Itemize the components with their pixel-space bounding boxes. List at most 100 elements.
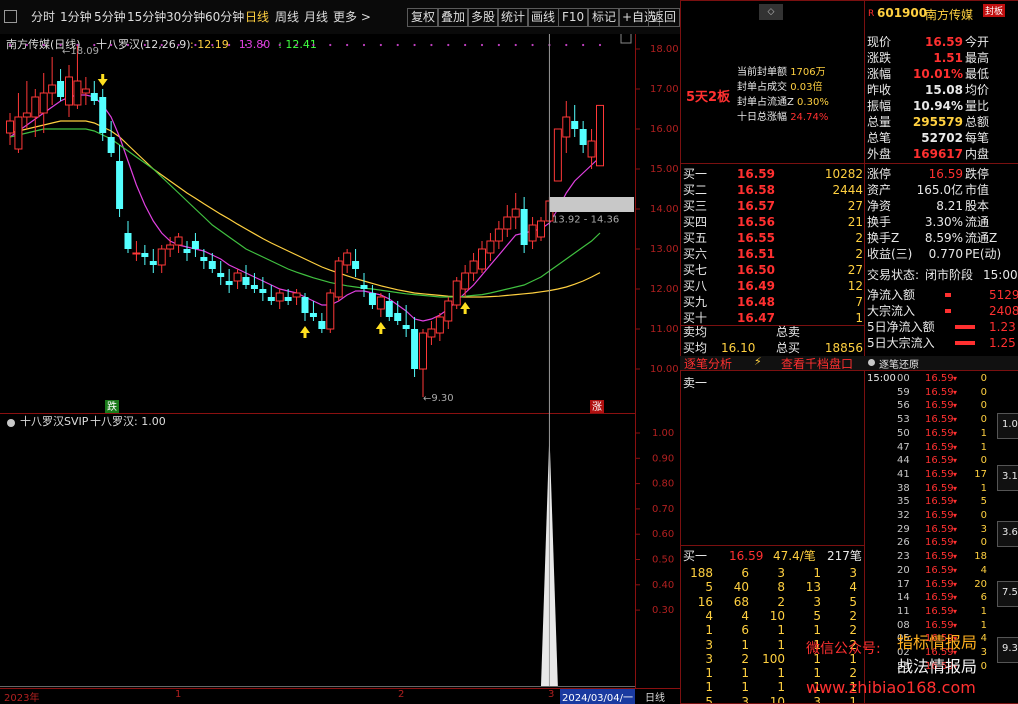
period-tab-monthly[interactable]: 月线 — [304, 6, 328, 28]
tick-price: 16.59 — [925, 523, 954, 535]
fund-label: 资产 — [867, 183, 892, 197]
tool-tongji-button[interactable]: 统计 — [497, 8, 530, 27]
period-tab-weekly[interactable]: 周线 — [275, 6, 299, 28]
candle-body — [571, 121, 579, 129]
bid-level-label: 买七 — [683, 263, 708, 277]
tick-volume: 6 — [980, 592, 987, 604]
avg-sell-row: 卖均 总卖 — [681, 324, 865, 340]
flow-value: 2408 — [989, 304, 1018, 318]
candle-body — [360, 285, 368, 289]
tick-row: 20 16.59 ▾ 4 — [865, 564, 1018, 577]
stat-label: 昨收 — [867, 83, 892, 97]
tick-price: 16.59 — [925, 427, 954, 439]
tick-direction-icon: ▾ — [953, 469, 958, 479]
stat-label-right: 总额 — [965, 115, 990, 129]
tick-row: 15:00 00 16.59 ▾ 0 — [865, 372, 1018, 385]
sell1-label: 卖一 — [683, 376, 708, 390]
menu-dot-icon[interactable] — [868, 359, 875, 366]
candle-body — [352, 261, 360, 269]
period-tab-fenshi[interactable]: 分时 — [31, 6, 55, 28]
tick-volume: 20 — [974, 578, 987, 590]
stat-label: 涨幅 — [867, 67, 892, 81]
signal-dot — [8, 43, 12, 47]
candle-body — [31, 96, 40, 118]
fund-label-right: 跌停 — [965, 167, 990, 181]
order-book-row: 买七 16.50 27 — [681, 262, 865, 278]
fundamental-row: 收益(三) 0.770 PE(动) — [865, 246, 1018, 262]
candle-body — [402, 325, 410, 329]
candle-body — [39, 92, 48, 114]
tool-back-button[interactable]: 返回 — [648, 8, 681, 27]
indicator-chart[interactable]: 十八罗汉SVIP 十八罗汉: 1.00 1.00 0.90 0.80 0.70 0.60… — [0, 414, 680, 688]
quote-stat-row: 振幅 10.94% 量比 — [865, 98, 1018, 114]
main-candlestick-chart[interactable]: 南方传媒(日线) 十八罗汉(12,26,9) : 12.19 13.80: 12.… — [0, 34, 680, 414]
low-label: ←9.30 — [423, 393, 454, 404]
period-tab-30min[interactable]: 30分钟 — [166, 6, 205, 28]
tick-price: 16.59 — [925, 414, 954, 426]
tab-tick-restore[interactable]: 逐笔还原 — [879, 356, 919, 370]
period-tab-1min[interactable]: 1分钟 — [60, 6, 92, 28]
tick-second: 14 — [897, 592, 910, 604]
tool-diejia-button[interactable]: 叠加 — [437, 8, 470, 27]
tool-fuquan-button[interactable]: 复权 — [407, 8, 440, 27]
signal-dot — [379, 43, 382, 47]
collapse-icon[interactable]: ◇ — [759, 4, 783, 20]
signal-dot — [42, 43, 45, 47]
tick-row: 14 16.59 ▾ 6 — [865, 591, 1018, 604]
signal-dot — [244, 43, 248, 47]
signal-dot — [430, 43, 433, 47]
tool-huaxian-button[interactable]: 画线 — [527, 8, 560, 27]
y-tick-label: 18.00 — [650, 44, 679, 55]
candle-body — [318, 321, 326, 329]
queue-head-label: 买一 — [683, 549, 708, 563]
bid-level-label: 买六 — [683, 247, 708, 261]
time-label-jan: 1 — [175, 689, 182, 700]
tool-biaoji-button[interactable]: 标记 — [588, 8, 621, 27]
candle — [334, 257, 343, 301]
stat-value: 295579 — [912, 115, 963, 129]
candle-body — [444, 300, 453, 322]
tick-tabs: 逐笔分析 ⚡ 查看千档盘口 — [680, 356, 864, 370]
indicator-menu-icon[interactable] — [7, 419, 15, 427]
tick-volume: 17 — [974, 468, 987, 480]
indicator-title: 十八罗汉SVIP — [20, 414, 89, 428]
y-tick-label: 11.00 — [650, 324, 679, 335]
quote-stat-row: 现价 16.59 今开 — [865, 34, 1018, 50]
period-tab-5min[interactable]: 5分钟 — [94, 6, 126, 28]
tick-price: 16.59 — [925, 496, 954, 508]
tick-volume: 3 — [980, 523, 987, 535]
buy-arrow-stem — [303, 333, 307, 338]
tab-tick-analysis[interactable]: 逐笔分析 — [684, 356, 732, 370]
tick-volume: 0 — [980, 386, 987, 398]
candle-body — [183, 249, 191, 253]
period-tab-more[interactable]: 更多 > — [333, 6, 371, 28]
tool-f10-button[interactable]: F10 — [558, 8, 589, 27]
order-book-row: 买五 16.55 2 — [681, 230, 865, 246]
period-tab-daily[interactable]: 日线 — [245, 6, 269, 28]
avg-buy-row: 买均 16.10 总买 18856 — [681, 340, 865, 356]
checkbox-icon[interactable] — [4, 10, 17, 23]
tick-direction-icon: ▾ — [953, 456, 958, 466]
order-book-row: 买一 16.59 10282 — [681, 166, 865, 182]
seal-value: 1706万 — [790, 67, 826, 78]
candle-body — [242, 277, 250, 285]
watermark-wechat: 微信公众号: — [806, 641, 881, 657]
quote-stat-row: 涨跌 1.51 最高 — [865, 50, 1018, 66]
tick-row: 35 16.59 ▾ 5 — [865, 495, 1018, 508]
stat-label-right: 内盘 — [965, 147, 990, 161]
r-icon: R — [868, 9, 875, 19]
tick-price: 16.59 — [925, 386, 954, 398]
order-book-row: 买九 16.48 7 — [681, 294, 865, 310]
tick-second: 11 — [897, 605, 910, 617]
ma-values-legend: : 12.19 13.80: 12.41 — [190, 38, 317, 51]
y-tick-label: 16.00 — [650, 124, 679, 135]
period-tab-60min[interactable]: 60分钟 — [205, 6, 244, 28]
fundamental-row: 净资 8.21 股本 — [865, 198, 1018, 214]
fundamental-row: 换手Z 8.59% 流通Z — [865, 230, 1018, 246]
bid-volume: 2 — [855, 247, 863, 261]
tool-duogu-button[interactable]: 多股 — [467, 8, 500, 27]
tab-thousand-levels[interactable]: 查看千档盘口 — [781, 356, 853, 370]
period-tab-15min[interactable]: 15分钟 — [127, 6, 166, 28]
bid-level-label: 买一 — [683, 167, 708, 181]
candle-body — [73, 80, 82, 106]
